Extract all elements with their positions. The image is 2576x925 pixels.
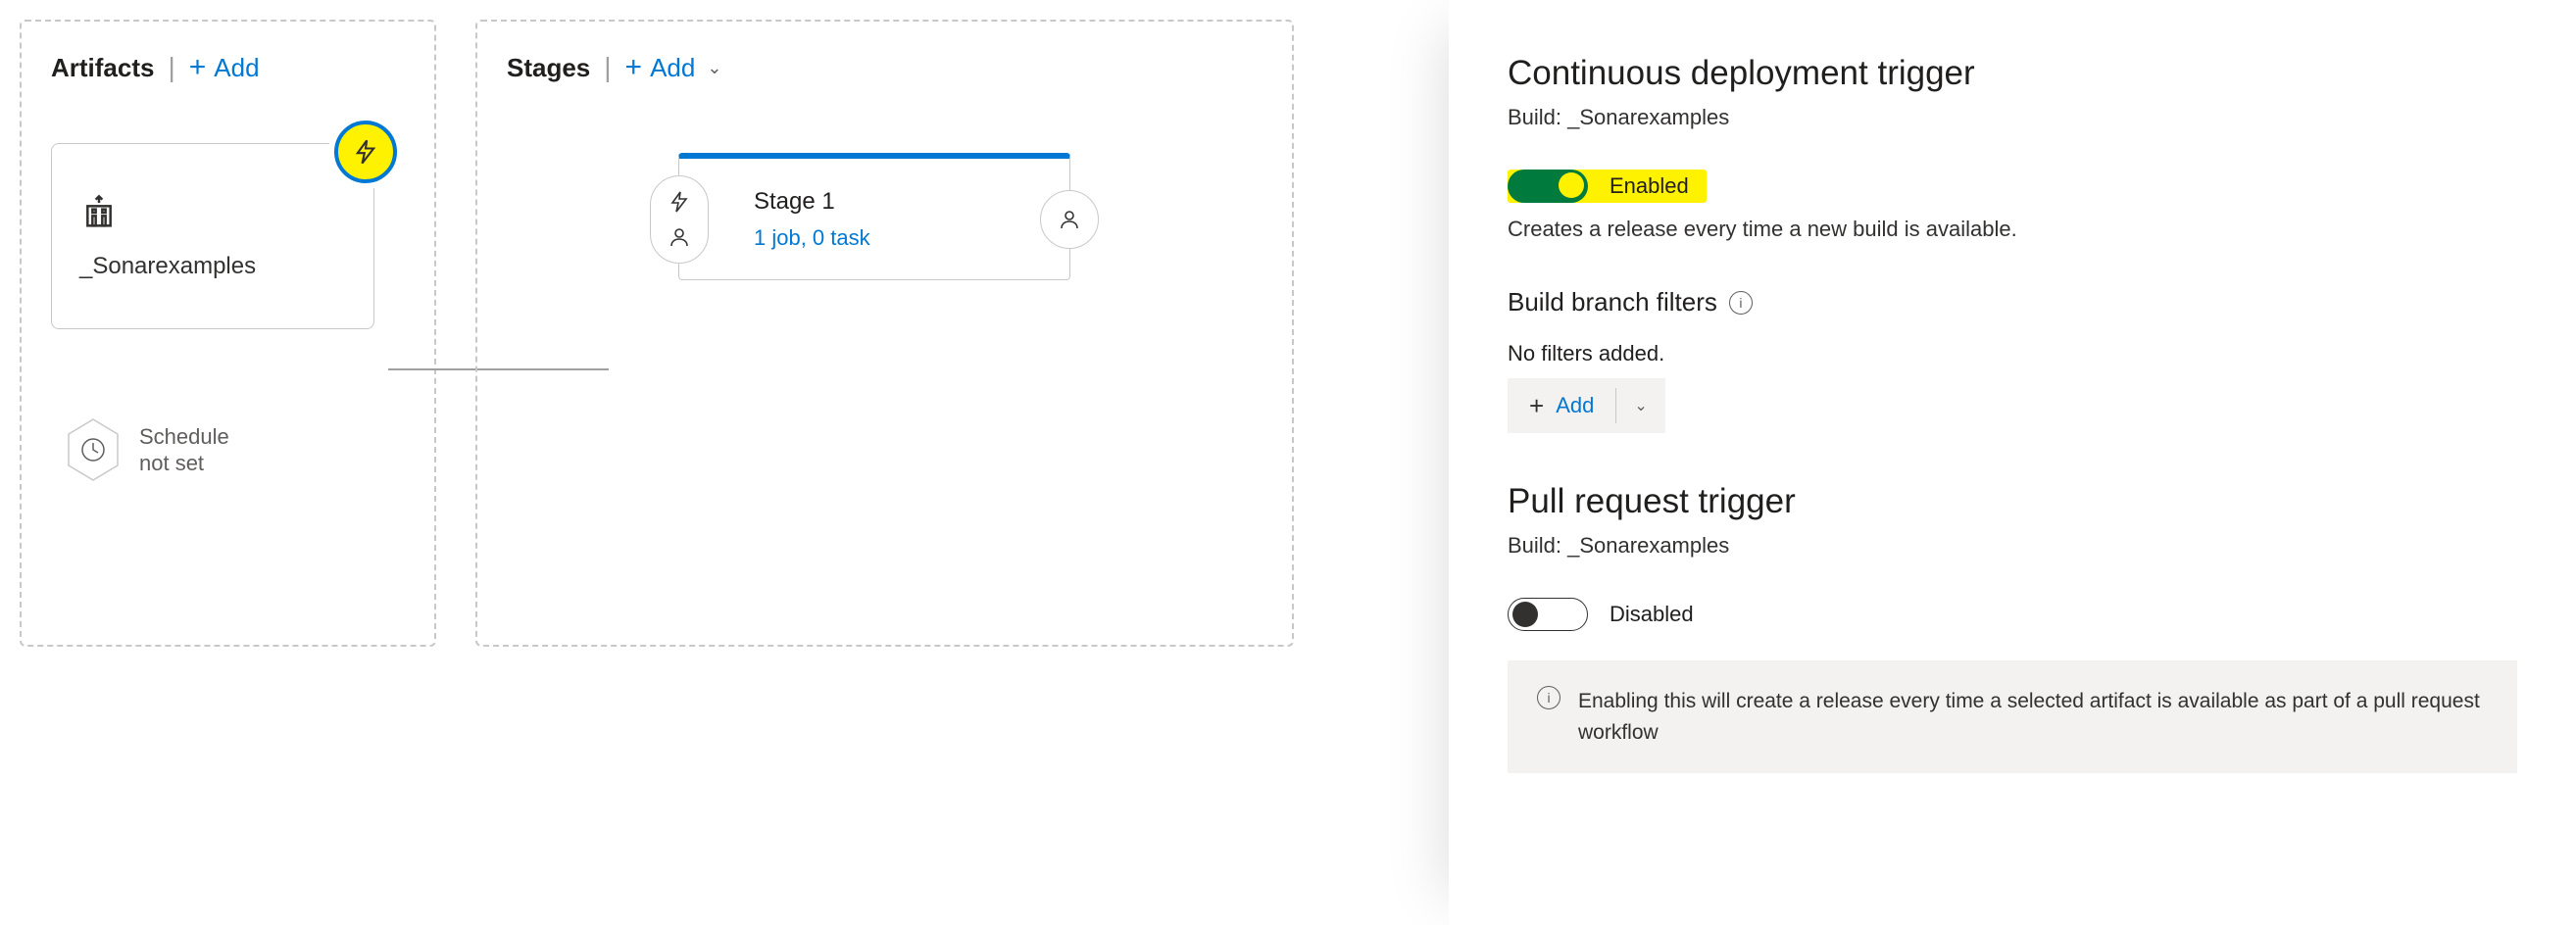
stage-jobs-link[interactable]: 1 job, 0 task [754,225,995,251]
artifact-trigger-badge[interactable] [334,121,397,183]
lightning-icon [668,190,691,214]
lightning-icon [352,138,379,166]
artifacts-add-label: Add [214,53,259,83]
person-icon [1058,208,1081,231]
artifact-name: _Sonarexamples [79,253,346,280]
pr-trigger-heading: Pull request trigger [1508,482,2517,521]
stages-title: Stages [507,53,590,83]
info-icon[interactable]: i [1729,291,1753,315]
pr-trigger-build-label: Build: _Sonarexamples [1508,533,2517,559]
clock-icon [65,417,122,482]
chevron-down-icon: ⌄ [707,58,721,78]
branch-filter-add-splitbutton: + Add ⌄ [1508,378,1665,433]
plus-icon: + [1529,391,1544,421]
artifacts-panel: Artifacts | + Add [20,20,436,647]
stage-card[interactable]: Stage 1 1 job, 0 task [678,153,1070,280]
stage-pre-conditions-badge[interactable] [650,175,709,264]
person-icon [668,225,691,249]
artifact-card[interactable]: _Sonarexamples [51,143,374,329]
pr-trigger-toggle[interactable] [1508,598,1588,631]
schedule-button[interactable]: Schedule not set [65,417,405,482]
trigger-settings-panel: × Continuous deployment trigger Build: _… [1449,0,2576,925]
artifacts-add-button[interactable]: + Add [189,51,260,84]
separator: | [604,52,611,83]
cd-trigger-description: Creates a release every time a new build… [1508,217,2517,242]
cd-trigger-toggle-row: Enabled [1508,170,1707,203]
artifacts-title: Artifacts [51,53,154,83]
stages-add-button[interactable]: + Add ⌄ [625,51,722,84]
branch-filter-add-label: Add [1556,393,1594,418]
info-icon: i [1537,686,1560,709]
pr-trigger-toggle-row: Disabled [1508,598,2517,631]
branch-filter-add-dropdown[interactable]: ⌄ [1616,396,1664,415]
stage-title: Stage 1 [754,188,995,216]
stages-panel: Stages | + Add ⌄ Stage 1 1 job, 0 task [475,20,1294,647]
branch-filters-heading: Build branch filters [1508,287,1717,317]
pr-trigger-toggle-label: Disabled [1610,602,1694,627]
stages-add-label: Add [650,53,695,83]
schedule-label: Schedule not set [139,423,229,477]
branch-filters-section: Build branch filters i [1508,287,2517,317]
branch-filter-add-button[interactable]: + Add [1508,391,1615,421]
plus-icon: + [189,51,207,84]
stages-header: Stages | + Add ⌄ [507,51,1263,84]
pr-trigger-info-text: Enabling this will create a release ever… [1578,686,2488,748]
pr-trigger-info-box: i Enabling this will create a release ev… [1508,660,2517,773]
separator: | [168,52,174,83]
pipeline-canvas: Artifacts | + Add [0,0,1449,925]
build-icon [79,193,346,235]
cd-trigger-toggle[interactable] [1508,170,1588,203]
artifacts-header: Artifacts | + Add [51,51,405,84]
stage-post-conditions-badge[interactable] [1040,190,1099,249]
plus-icon: + [625,51,643,84]
cd-trigger-heading: Continuous deployment trigger [1508,54,2517,93]
cd-trigger-build-label: Build: _Sonarexamples [1508,105,2517,130]
branch-filters-empty: No filters added. [1508,341,2517,366]
cd-trigger-toggle-label: Enabled [1610,173,1689,199]
